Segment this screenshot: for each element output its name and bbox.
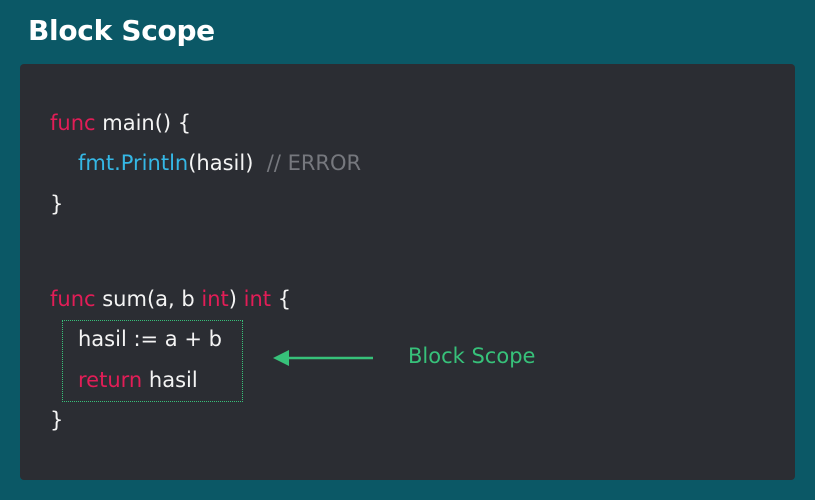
page-title: Block Scope bbox=[28, 14, 215, 47]
keyword-int: int bbox=[201, 287, 229, 311]
block-scope-label: Block Scope bbox=[408, 344, 536, 368]
keyword-return: return bbox=[78, 368, 143, 392]
code-line-close-brace: } bbox=[50, 190, 63, 218]
code-text: main() { bbox=[95, 111, 192, 135]
code-comment: // ERROR bbox=[266, 151, 362, 175]
code-line-main-func: func main() { bbox=[50, 109, 191, 137]
code-line-println: fmt.Println(hasil) // ERROR bbox=[78, 149, 361, 177]
code-text: ) bbox=[228, 287, 244, 311]
code-line-close-brace: } bbox=[50, 406, 63, 434]
keyword-func: func bbox=[50, 111, 96, 135]
code-line-sum-func: func sum(a, b int) int { bbox=[50, 285, 291, 313]
left-arrow-icon bbox=[273, 350, 373, 366]
code-line-return: return hasil bbox=[78, 366, 198, 394]
keyword-func: func bbox=[50, 287, 96, 311]
code-line-assignment: hasil := a + b bbox=[78, 325, 222, 353]
code-text: sum(a, b bbox=[95, 287, 202, 311]
code-text: hasil bbox=[142, 368, 198, 392]
code-text: { bbox=[271, 287, 292, 311]
code-panel: func main() { fmt.Println(hasil) // ERRO… bbox=[20, 64, 795, 480]
code-text: } bbox=[50, 192, 64, 216]
code-text: hasil := a + b bbox=[78, 327, 222, 351]
keyword-int: int bbox=[243, 287, 272, 311]
code-text: (hasil) bbox=[188, 151, 267, 175]
function-call: fmt.Println bbox=[78, 151, 189, 175]
code-text: } bbox=[50, 408, 64, 432]
